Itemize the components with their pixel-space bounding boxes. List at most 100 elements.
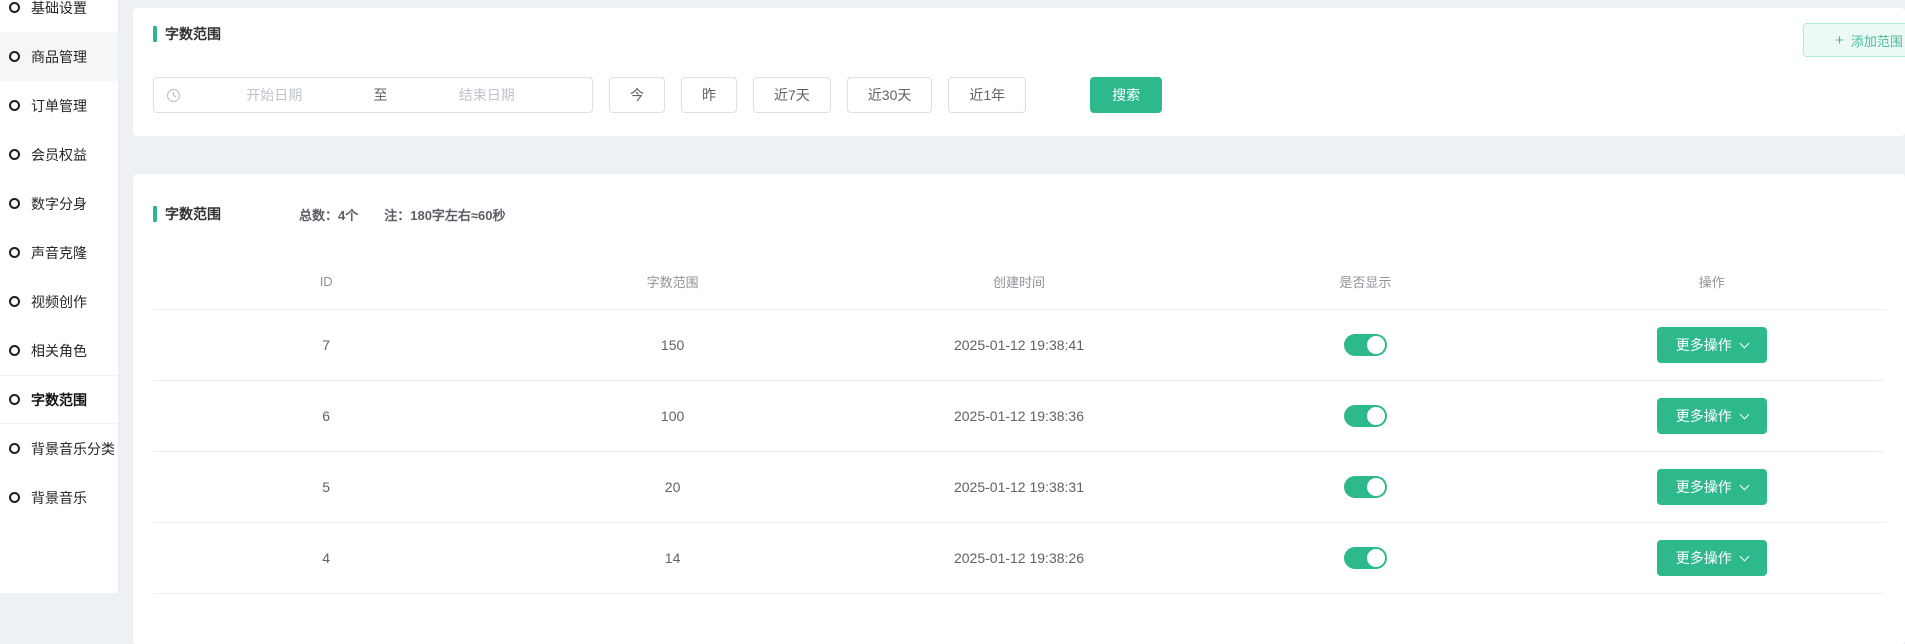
- add-range-button-label: 添加范围: [1851, 31, 1903, 50]
- end-date-input[interactable]: 结束日期: [394, 85, 581, 105]
- table-card: 字数范围 总数：4个 注：180字左右≈60秒 ID 字数范围 创建时间 是否显…: [133, 174, 1905, 644]
- cell-id: 7: [153, 337, 499, 353]
- sidebar-item-label: 基础设置: [31, 0, 87, 18]
- radio-circle-icon: [9, 198, 20, 209]
- table-meta: 总数：4个 注：180字左右≈60秒: [299, 205, 506, 224]
- radio-circle-icon: [9, 2, 20, 13]
- table-row: 5 20 2025-01-12 19:38:31 更多操作: [153, 452, 1885, 523]
- radio-circle-icon: [9, 492, 20, 503]
- visibility-toggle[interactable]: [1344, 405, 1387, 427]
- radio-circle-icon: [9, 247, 20, 258]
- sidebar-item-basic-settings[interactable]: 基础设置: [0, 0, 118, 32]
- column-header-visible: 是否显示: [1192, 272, 1538, 291]
- sidebar-item-label: 声音克隆: [31, 243, 87, 263]
- sidebar-item-label: 背景音乐分类: [31, 439, 115, 459]
- table-card-title: 字数范围: [165, 204, 221, 224]
- radio-circle-icon: [9, 100, 20, 111]
- cell-id: 6: [153, 408, 499, 424]
- visibility-toggle[interactable]: [1344, 334, 1387, 356]
- radio-circle-icon: [9, 443, 20, 454]
- table-row: 4 14 2025-01-12 19:38:26 更多操作: [153, 523, 1885, 594]
- sidebar-item-label: 视频创作: [31, 292, 87, 312]
- radio-circle-icon: [9, 394, 20, 405]
- date-range-separator: 至: [368, 85, 394, 105]
- sidebar-item-label: 会员权益: [31, 145, 87, 165]
- clock-icon: [166, 88, 181, 103]
- table-card-header: 字数范围 总数：4个 注：180字左右≈60秒: [133, 174, 1905, 224]
- total-count-label: 总数：4个: [299, 205, 358, 224]
- start-date-input[interactable]: 开始日期: [181, 85, 368, 105]
- cell-range: 150: [499, 337, 845, 353]
- word-range-table: ID 字数范围 创建时间 是否显示 操作 7 150 2025-01-12 19…: [153, 254, 1885, 594]
- date-range-picker[interactable]: 开始日期 至 结束日期: [153, 77, 593, 113]
- sidebar-item-member-benefits[interactable]: 会员权益: [0, 130, 118, 179]
- visibility-toggle[interactable]: [1344, 476, 1387, 498]
- quick-filter-1year-button[interactable]: 近1年: [948, 77, 1026, 113]
- sidebar: 基础设置 商品管理 订单管理 会员权益 数字分身 声音克隆 视频创作 相关角色: [0, 0, 119, 593]
- quick-filter-today-button[interactable]: 今: [609, 77, 665, 113]
- table-row: 6 100 2025-01-12 19:38:36 更多操作: [153, 381, 1885, 452]
- radio-circle-icon: [9, 296, 20, 307]
- sidebar-item-product-management[interactable]: 商品管理: [0, 32, 118, 81]
- sidebar-item-digital-avatar[interactable]: 数字分身: [0, 179, 118, 228]
- sidebar-item-label: 数字分身: [31, 194, 87, 214]
- radio-circle-icon: [9, 149, 20, 160]
- quick-filter-30days-button[interactable]: 近30天: [847, 77, 933, 113]
- filter-card-header: 字数范围: [133, 8, 1905, 44]
- table-row: 7 150 2025-01-12 19:38:41 更多操作: [153, 310, 1885, 381]
- more-actions-button[interactable]: 更多操作: [1657, 327, 1767, 363]
- chevron-down-icon: [1739, 480, 1749, 490]
- sidebar-menu: 基础设置 商品管理 订单管理 会员权益 数字分身 声音克隆 视频创作 相关角色: [0, 0, 118, 522]
- cell-created: 2025-01-12 19:38:26: [846, 550, 1192, 566]
- radio-circle-icon: [9, 51, 20, 62]
- more-actions-label: 更多操作: [1676, 477, 1732, 497]
- cell-range: 20: [499, 479, 845, 495]
- sidebar-item-label: 订单管理: [31, 96, 87, 116]
- cell-range: 14: [499, 550, 845, 566]
- column-header-id: ID: [153, 274, 499, 289]
- search-button[interactable]: 搜索: [1090, 77, 1162, 113]
- more-actions-label: 更多操作: [1676, 335, 1732, 355]
- sidebar-item-video-creation[interactable]: 视频创作: [0, 277, 118, 326]
- main-content: 字数范围 + 添加范围 开始日期 至 结束日期 今 昨 近7天 近30天: [133, 0, 1905, 644]
- sidebar-item-related-roles[interactable]: 相关角色: [0, 326, 118, 375]
- filter-card-title: 字数范围: [165, 24, 221, 44]
- cell-created: 2025-01-12 19:38:41: [846, 337, 1192, 353]
- sidebar-item-word-count-range[interactable]: 字数范围: [0, 375, 118, 424]
- sidebar-item-order-management[interactable]: 订单管理: [0, 81, 118, 130]
- sidebar-item-bgm-category[interactable]: 背景音乐分类: [0, 424, 118, 473]
- cell-created: 2025-01-12 19:38:36: [846, 408, 1192, 424]
- more-actions-button[interactable]: 更多操作: [1657, 469, 1767, 505]
- more-actions-button[interactable]: 更多操作: [1657, 540, 1767, 576]
- note-label: 注：180字左右≈60秒: [384, 205, 505, 224]
- cell-id: 5: [153, 479, 499, 495]
- section-marker-bar: [153, 206, 157, 222]
- quick-filter-yesterday-button[interactable]: 昨: [681, 77, 737, 113]
- sidebar-item-label: 字数范围: [31, 390, 87, 410]
- chevron-down-icon: [1739, 338, 1749, 348]
- sidebar-item-label: 商品管理: [31, 47, 87, 67]
- more-actions-label: 更多操作: [1676, 406, 1732, 426]
- radio-circle-icon: [9, 345, 20, 356]
- cell-id: 4: [153, 550, 499, 566]
- filter-row: 开始日期 至 结束日期 今 昨 近7天 近30天 近1年 搜索: [153, 77, 1885, 113]
- more-actions-button[interactable]: 更多操作: [1657, 398, 1767, 434]
- column-header-actions: 操作: [1539, 272, 1885, 291]
- section-marker-bar: [153, 26, 157, 42]
- column-header-range: 字数范围: [499, 272, 845, 291]
- cell-range: 100: [499, 408, 845, 424]
- visibility-toggle[interactable]: [1344, 547, 1387, 569]
- sidebar-item-label: 相关角色: [31, 341, 87, 361]
- chevron-down-icon: [1739, 409, 1749, 419]
- more-actions-label: 更多操作: [1676, 548, 1732, 568]
- cell-created: 2025-01-12 19:38:31: [846, 479, 1192, 495]
- plus-icon: +: [1835, 33, 1844, 48]
- chevron-down-icon: [1739, 551, 1749, 561]
- table-header-row: ID 字数范围 创建时间 是否显示 操作: [153, 254, 1885, 310]
- sidebar-item-label: 背景音乐: [31, 488, 87, 508]
- sidebar-item-voice-clone[interactable]: 声音克隆: [0, 228, 118, 277]
- add-range-button[interactable]: + 添加范围: [1803, 23, 1905, 57]
- column-header-created: 创建时间: [846, 272, 1192, 291]
- sidebar-item-bgm[interactable]: 背景音乐: [0, 473, 118, 522]
- quick-filter-7days-button[interactable]: 近7天: [753, 77, 831, 113]
